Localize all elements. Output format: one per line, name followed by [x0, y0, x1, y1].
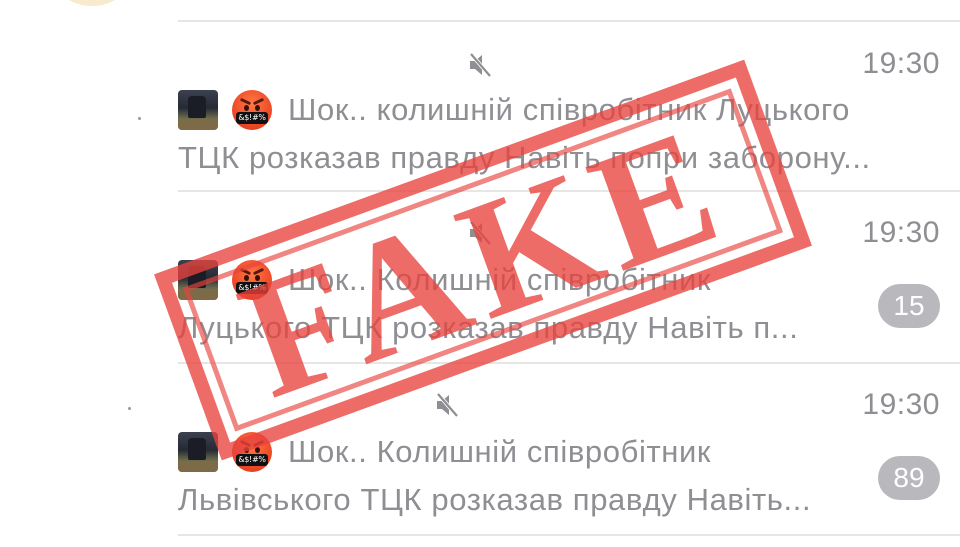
- avatar[interactable]: [62, 0, 122, 6]
- thumbnail-ground: [178, 289, 218, 300]
- divider: [178, 534, 960, 536]
- thumbnail-ground: [178, 461, 218, 472]
- media-thumbnail: [178, 432, 218, 472]
- emoji-eye: [244, 105, 249, 111]
- speaker-muted-icon: [432, 390, 462, 420]
- emoji-eye: [244, 447, 249, 453]
- media-thumbnail: [178, 260, 218, 300]
- message-preview-line-2: Луцького ТЦК розказав правду Навіть п...: [178, 310, 799, 345]
- message-preview-line-2: ТЦК розказав правду Навіть попри заборон…: [178, 140, 871, 175]
- thumbnail-ground: [178, 119, 218, 130]
- angry-emoji: &$!#%: [232, 90, 272, 130]
- speaker-muted-icon: [465, 218, 495, 248]
- emoji-symbols: &$!#%: [236, 282, 268, 294]
- speaker-muted-icon: [465, 50, 495, 80]
- emoji-eye: [255, 447, 260, 453]
- chat-list-item[interactable]: 19:30 &$!#% Шок.. колишній співробітник …: [0, 22, 960, 192]
- emoji-eye: [244, 275, 249, 281]
- thumbnail-figure: [188, 96, 206, 118]
- emoji-symbols: &$!#%: [236, 454, 268, 466]
- angry-emoji: &$!#%: [232, 260, 272, 300]
- emoji-eye: [255, 105, 260, 111]
- message-preview-line-1: Шок.. Колишній співробітник: [288, 262, 712, 297]
- unread-count-badge: 89: [878, 456, 940, 500]
- chat-list-screen: 19:30 &$!#% Шок.. колишній співробітник …: [0, 0, 960, 547]
- message-preview-line-1: Шок.. колишній співробітник Луцького: [288, 92, 851, 127]
- emoji-brow: [252, 439, 265, 448]
- thumbnail-figure: [188, 438, 206, 460]
- emoji-brow: [252, 97, 265, 106]
- thumbnail-figure: [188, 266, 206, 288]
- chat-list-item[interactable]: 19:30 &$!#% Шок.. Колишній співробітник …: [0, 192, 960, 362]
- message-preview-line-2: Львівського ТЦК розказав правду Навіть..…: [178, 482, 812, 517]
- message-time: 19:30: [862, 388, 940, 421]
- message-preview-line-1: Шок.. Колишній співробітник: [288, 434, 712, 469]
- message-time: 19:30: [862, 47, 940, 80]
- emoji-symbols: &$!#%: [236, 112, 268, 124]
- angry-emoji: &$!#%: [232, 432, 272, 472]
- emoji-brow: [252, 267, 265, 276]
- message-time: 19:30: [862, 216, 940, 249]
- chat-list-item[interactable]: 19:30 &$!#% Шок.. Колишній співробітник …: [0, 364, 960, 534]
- media-thumbnail: [178, 90, 218, 130]
- unread-count-badge: 15: [878, 284, 940, 328]
- emoji-eye: [255, 275, 260, 281]
